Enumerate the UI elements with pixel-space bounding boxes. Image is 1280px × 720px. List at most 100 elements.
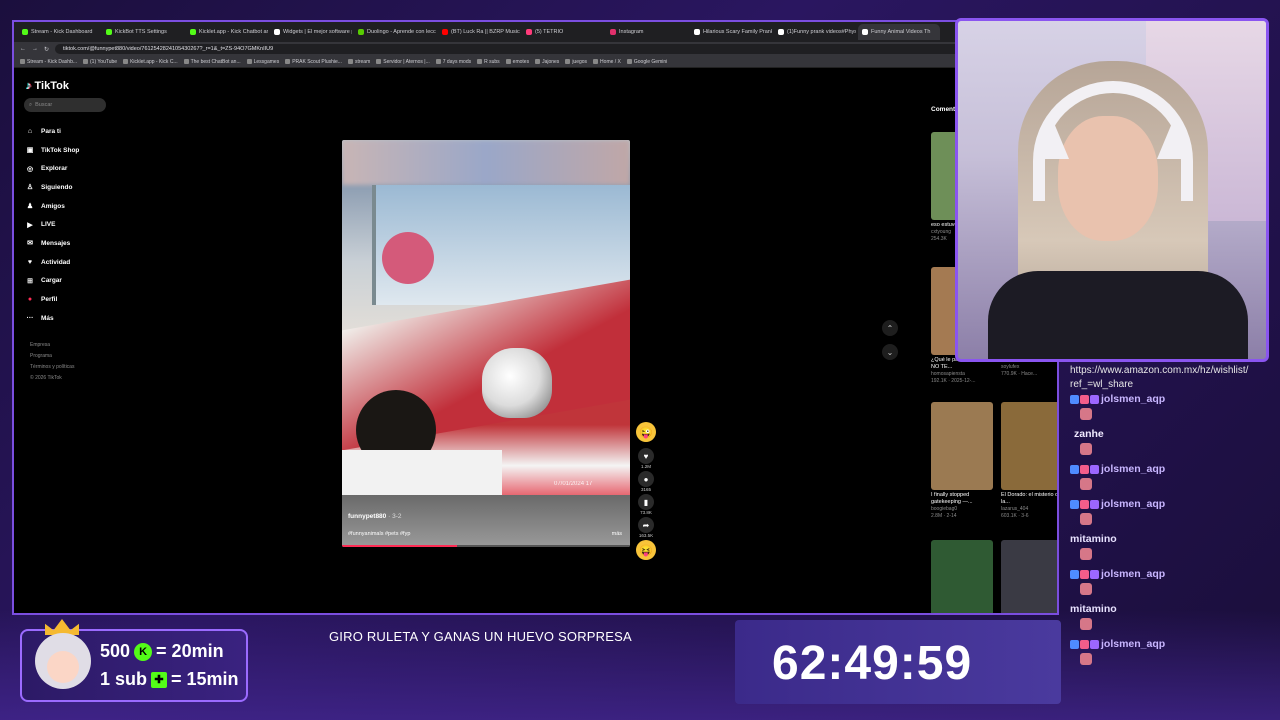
sidebar-item-para-ti[interactable]: ⌂ Para ti xyxy=(26,122,79,141)
related-video-card[interactable]: El Dorado: el misterio de la... lazarus_4… xyxy=(1001,402,1057,520)
chevron-up-icon: ⌃ xyxy=(886,323,894,333)
video-player[interactable]: 07/01/2024 17 funnypet880 · 3-2 #funnyan… xyxy=(342,140,630,547)
webcam-shirt xyxy=(988,271,1248,359)
bookmark-item[interactable]: Jajones xyxy=(535,59,559,65)
browser-tab[interactable]: Instagram xyxy=(606,24,688,40)
bookmark-item[interactable]: 7 days mods xyxy=(435,59,471,65)
previous-video-button[interactable]: ⌃ xyxy=(882,320,898,336)
kick-coin-icon: K xyxy=(134,642,153,661)
back-icon[interactable]: ← xyxy=(20,46,26,52)
video-actions: 😜 ♥ 1.2M ● 3165 ▮ 73.8K ➦ 163.5K 😝 xyxy=(634,422,658,560)
badge-icon xyxy=(1090,569,1099,579)
search-input[interactable]: ⌕ Buscar xyxy=(24,98,106,112)
sub-amount: 1 sub xyxy=(100,669,148,689)
sidebar-item-tiktok-shop[interactable]: ▣ TikTok Shop xyxy=(26,141,80,160)
headset-ear-right xyxy=(1157,123,1187,159)
next-video-button[interactable]: ⌄ xyxy=(882,344,898,360)
bookmark-label: R subs xyxy=(484,58,500,65)
chat-username[interactable]: mitamino xyxy=(1070,533,1117,545)
emoji-reaction-icon[interactable]: 😜 xyxy=(636,422,656,442)
browser-tab[interactable]: (1)Funny prank videos#Physic xyxy=(774,24,856,40)
related-video-card[interactable] xyxy=(1001,540,1057,613)
bookmark-label: Stream - Kick Dashb... xyxy=(27,58,78,65)
browser-tab[interactable]: Widgets | El mejor software p xyxy=(270,24,352,40)
upload-icon: ⊞ xyxy=(27,277,33,285)
like-button[interactable]: ♥ 1.2M xyxy=(638,448,654,469)
sidebar-item-live[interactable]: ▶ LIVE xyxy=(26,215,79,234)
chat-username[interactable]: jolsmen_aqp xyxy=(1101,393,1165,405)
bookmark-label: stream xyxy=(354,58,371,65)
chat-username[interactable]: zanhe xyxy=(1074,428,1104,440)
bookmark-item[interactable]: PRAK Scout Plushie... xyxy=(285,59,342,65)
bookmark-item[interactable]: Stream - Kick Dashb... xyxy=(20,59,77,65)
browser-tab[interactable]: KickBot TTS Settings xyxy=(102,24,184,40)
video-hashtags[interactable]: #funnyanimals #pets #fyp xyxy=(348,531,410,537)
bookmark-item[interactable]: emotes xyxy=(505,59,529,65)
bookmark-label: PRAK Scout Plushie... xyxy=(292,58,342,65)
bookmark-item[interactable]: R subs xyxy=(477,59,500,65)
like-icon: ♥ xyxy=(638,448,654,464)
video-more-link[interactable]: más xyxy=(612,531,622,537)
chat-username[interactable]: jolsmen_aqp xyxy=(1101,568,1165,580)
bookmark-item[interactable]: Servidor | Aternos |... xyxy=(376,59,430,65)
browser-window: Stream - Kick Dashboard KickBot TTS Setti… xyxy=(12,20,1059,615)
sidebar-item-explorar[interactable]: ◎ Explorar xyxy=(26,159,79,178)
friends-icon: ♟ xyxy=(26,203,34,211)
reload-icon[interactable]: ↻ xyxy=(44,46,49,53)
related-video-card[interactable]: I finally stopped gatekeeping —... boogie… xyxy=(931,402,993,520)
tab-label: Hilarious Scary Family Prank f xyxy=(703,29,772,35)
sidebar-item-cargar[interactable]: ⊞ Cargar xyxy=(26,272,79,291)
sidebar-item-perfil[interactable]: ● Perfil xyxy=(26,290,79,309)
bookmark-button[interactable]: ▮ 73.8K xyxy=(638,494,654,515)
video-author[interactable]: funnypet880 · 3-2 xyxy=(348,513,402,520)
bookmark-icon xyxy=(183,59,189,64)
related-video-author: lazarus_404 xyxy=(1001,506,1029,512)
bookmark-item[interactable]: (1) YouTube xyxy=(83,59,117,65)
address-bar[interactable]: tiktok.com/@funnypet880/video/7612542824… xyxy=(55,44,1039,54)
sidebar-item-mensajes[interactable]: ✉ Mensajes xyxy=(26,234,79,253)
footer-link[interactable]: Programa xyxy=(30,351,74,362)
bookmark-item[interactable]: Google Gemini xyxy=(626,59,667,65)
kicks-time: = 20min xyxy=(156,641,224,661)
user-badges xyxy=(1070,499,1099,509)
bookmark-item[interactable]: Home / X xyxy=(593,59,621,65)
footer-link[interactable]: Empresa xyxy=(30,340,74,351)
tab-favicon-icon xyxy=(190,29,196,35)
browser-tab[interactable]: Stream - Kick Dashboard xyxy=(18,24,100,40)
chat-emote-icon xyxy=(1080,653,1092,665)
browser-tab[interactable]: Funny Animal Videos Th xyxy=(858,24,940,40)
video-progress-bar[interactable] xyxy=(342,545,630,547)
sidebar-item-actividad[interactable]: ♥ Actividad xyxy=(26,253,79,272)
emoji-reaction-icon[interactable]: 😝 xyxy=(636,540,656,560)
browser-tab[interactable]: (BT) Luck Ra || BZRP Music S xyxy=(438,24,520,40)
browser-tab[interactable]: Duolingo - Aprende con lecci xyxy=(354,24,436,40)
sidebar-item-amigos[interactable]: ♟ Amigos xyxy=(26,197,79,216)
comment-icon: ● xyxy=(638,471,654,487)
browser-tab[interactable]: Hilarious Scary Family Prank f xyxy=(690,24,772,40)
sidebar-item-label: Más xyxy=(41,314,54,322)
footer-link[interactable]: Términos y políticas xyxy=(30,362,74,373)
chat-emote-icon xyxy=(1080,478,1092,490)
following-icon: ♙ xyxy=(26,184,34,192)
bookmark-item[interactable]: stream xyxy=(347,58,371,65)
bookmark-item[interactable]: The best ChatBot an... xyxy=(183,59,241,65)
share-button[interactable]: ➦ 163.5K xyxy=(638,517,654,538)
related-video-card[interactable]: CURAR ES BRUJERÍA xyxy=(931,540,993,613)
chat-username[interactable]: jolsmen_aqp xyxy=(1101,463,1165,475)
chat-username[interactable]: mitamino xyxy=(1070,603,1117,615)
tiktok-logo[interactable]: ♪ TikTok xyxy=(26,80,69,92)
url-text: tiktok.com/@funnypet880/video/7612542824… xyxy=(63,46,274,52)
sidebar-item-más[interactable]: ··· Más xyxy=(26,309,79,328)
browser-tab[interactable]: Kicklet.app - Kick Chatbot an xyxy=(186,24,268,40)
chat-username[interactable]: jolsmen_aqp xyxy=(1101,498,1165,510)
kicks-amount: 500 xyxy=(100,641,131,661)
gift-icon: ✚ xyxy=(151,671,168,688)
bookmark-item[interactable]: juegos xyxy=(565,59,587,65)
chat-username[interactable]: jolsmen_aqp xyxy=(1101,638,1165,650)
comment-button[interactable]: ● 3165 xyxy=(638,471,654,492)
browser-tab[interactable]: (5) TETRIO xyxy=(522,24,604,40)
bookmark-item[interactable]: Kicklet.app - Kick C... xyxy=(123,59,178,65)
sidebar-item-siguiendo[interactable]: ♙ Siguiendo xyxy=(26,178,79,197)
bookmark-item[interactable]: Lessgames xyxy=(246,59,279,65)
forward-icon[interactable]: → xyxy=(32,46,38,52)
